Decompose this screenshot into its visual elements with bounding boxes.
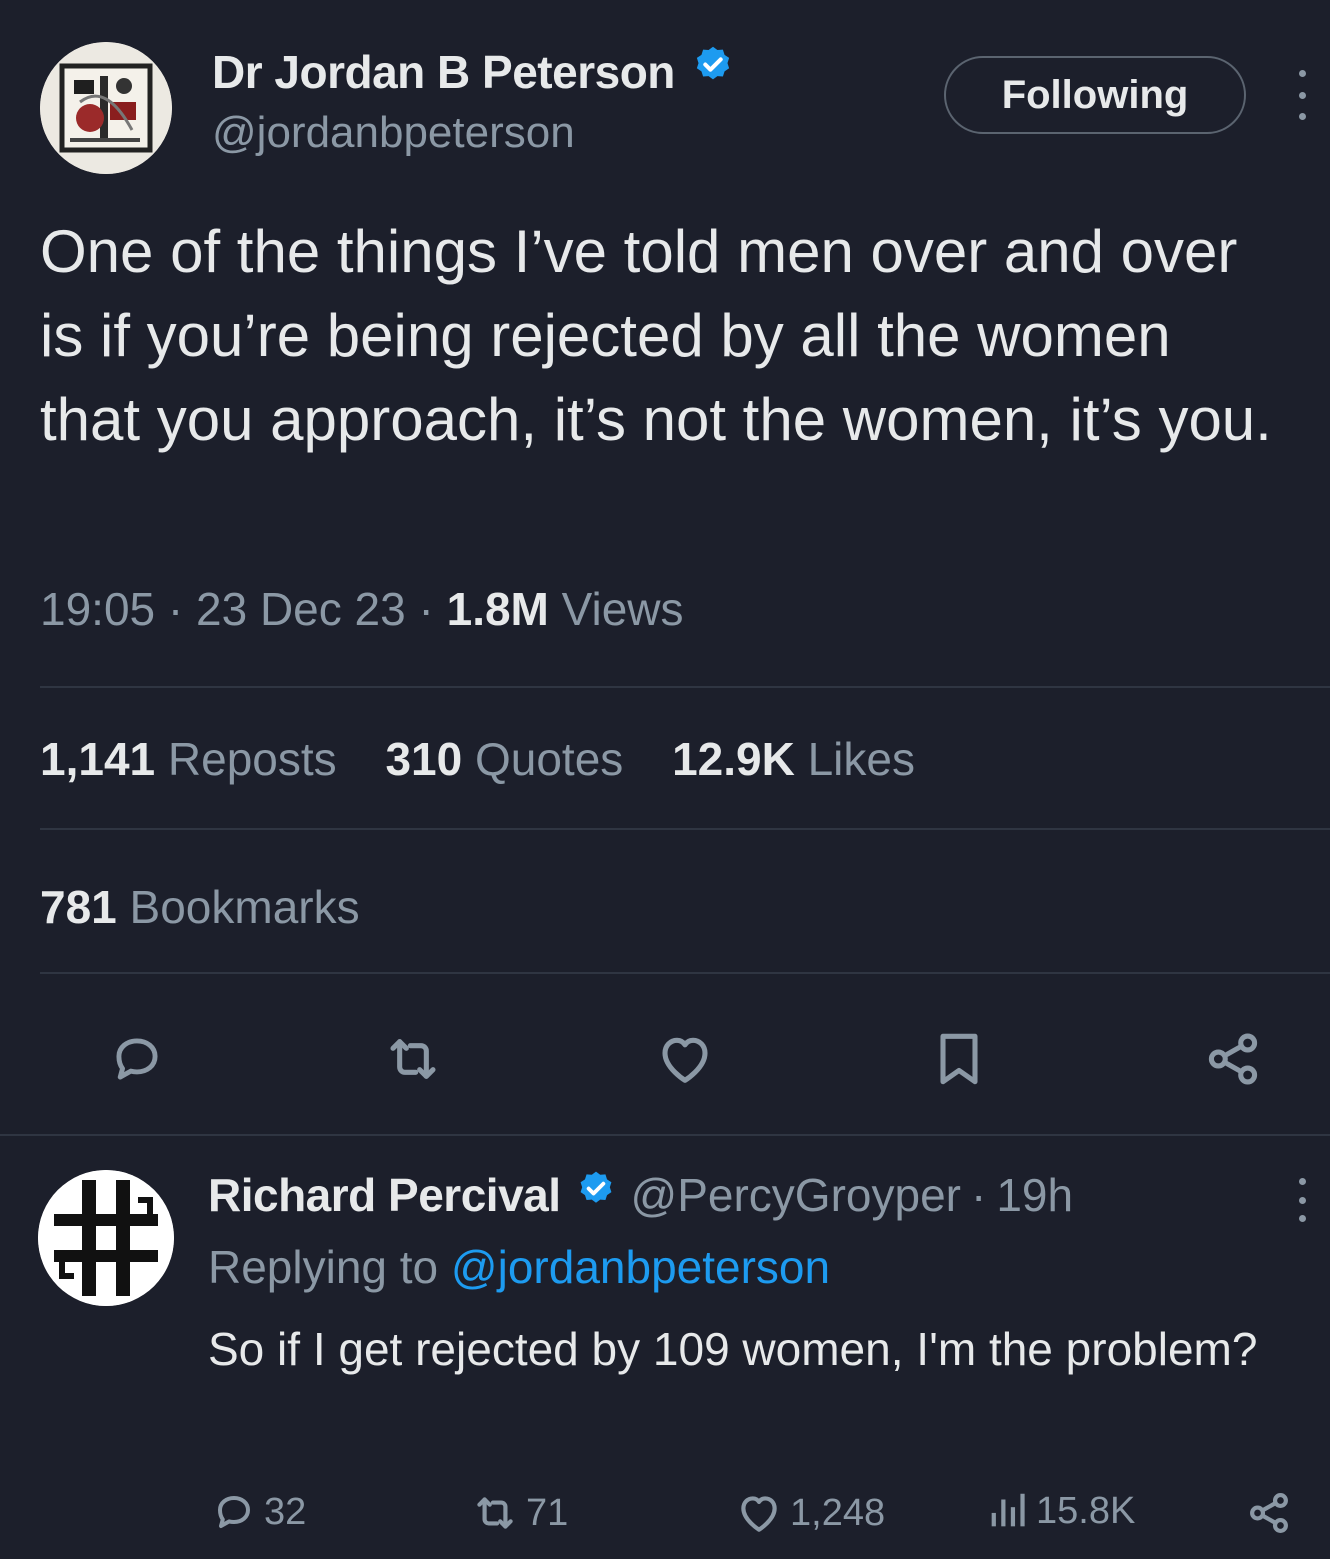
reply-views-action[interactable]: 15.8K [984, 1488, 1135, 1534]
tweet-text: One of the things I’ve told men over and… [40, 218, 1272, 453]
reply-icon[interactable] [104, 1026, 170, 1092]
views-label: Views [561, 583, 684, 635]
reposts-label: Reposts [167, 733, 337, 785]
views-icon [991, 1493, 1025, 1527]
share-icon[interactable] [1200, 1026, 1266, 1092]
reply-author-handle[interactable]: @PercyGroyper [631, 1168, 961, 1222]
reply-time[interactable]: 19h [996, 1168, 1073, 1222]
reply-icon [218, 1496, 250, 1528]
replying-mention[interactable]: @jordanbpeterson [451, 1241, 830, 1293]
author-avatar[interactable] [40, 42, 172, 174]
verified-badge-icon [575, 1168, 617, 1222]
divider [40, 972, 1330, 974]
reply-likes-action[interactable]: 1,248 [734, 1488, 885, 1538]
more-vertical-icon[interactable] [1290, 70, 1314, 120]
tweet-thread: Dr Jordan B Peterson @jordanbpeterson Fo… [0, 0, 1330, 1559]
views-count: 1.8M [446, 583, 549, 635]
bookmarks-label: Bookmarks [129, 881, 360, 933]
reposts-count: 1,141 [40, 733, 156, 785]
reply-author-name[interactable]: Richard Percival [208, 1168, 561, 1222]
replying-to: Replying to @jordanbpeterson [208, 1240, 830, 1294]
bookmarks-stat[interactable]: 781 Bookmarks [40, 880, 360, 934]
verified-badge-icon [691, 44, 735, 99]
reply-replies-action[interactable]: 32 [210, 1488, 306, 1536]
replying-prefix: Replying to [208, 1241, 439, 1293]
following-button[interactable]: Following [944, 56, 1246, 134]
meta-separator: · [970, 1169, 987, 1221]
tweet-meta: 19:05 · 23 Dec 23 · 1.8M Views [40, 582, 684, 636]
reply-text: So if I get rejected by 109 women, I'm t… [208, 1323, 1258, 1375]
reply-share-action[interactable] [1244, 1488, 1300, 1538]
meta-separator: · [167, 583, 184, 635]
author-handle[interactable]: @jordanbpeterson [212, 108, 575, 158]
like-count: 1,248 [790, 1491, 886, 1534]
author-name-row[interactable]: Dr Jordan B Peterson [212, 44, 735, 99]
avatar-crest-icon [40, 42, 172, 174]
like-icon [741, 1496, 777, 1532]
avatar-emblem-icon [38, 1170, 174, 1306]
divider [40, 686, 1330, 688]
divider [0, 1134, 1330, 1136]
likes-label: Likes [807, 733, 915, 785]
repost-icon[interactable] [380, 1026, 446, 1092]
tweet-date[interactable]: 23 Dec 23 [196, 583, 406, 635]
repost-count: 71 [526, 1491, 569, 1534]
like-icon[interactable] [652, 1026, 718, 1092]
reply-header: Richard Percival @PercyGroyper · 19h [208, 1168, 1073, 1222]
share-icon [1250, 1493, 1288, 1533]
quotes-label: Quotes [474, 733, 624, 785]
meta-separator: · [418, 583, 434, 635]
repost-icon [477, 1497, 513, 1529]
divider [40, 828, 1330, 830]
likes-count: 12.9K [672, 733, 795, 785]
bookmark-icon[interactable] [926, 1026, 992, 1092]
reposts-stat[interactable]: 1,141 Reposts [40, 733, 349, 785]
bookmarks-count: 781 [40, 881, 117, 933]
reply-reposts-action[interactable]: 71 [470, 1488, 568, 1538]
engagement-stats: 1,141 Reposts 310 Quotes 12.9K Likes [40, 732, 951, 786]
likes-stat[interactable]: 12.9K Likes [672, 733, 915, 785]
author-name[interactable]: Dr Jordan B Peterson [212, 45, 675, 99]
reply-author-avatar[interactable] [38, 1170, 174, 1306]
views-count: 15.8K [1036, 1489, 1136, 1532]
more-vertical-icon[interactable] [1290, 1178, 1314, 1222]
quotes-count: 310 [385, 733, 463, 785]
tweet-time[interactable]: 19:05 [40, 583, 155, 635]
quotes-stat[interactable]: 310 Quotes [385, 733, 636, 785]
reply-count: 32 [264, 1490, 307, 1533]
